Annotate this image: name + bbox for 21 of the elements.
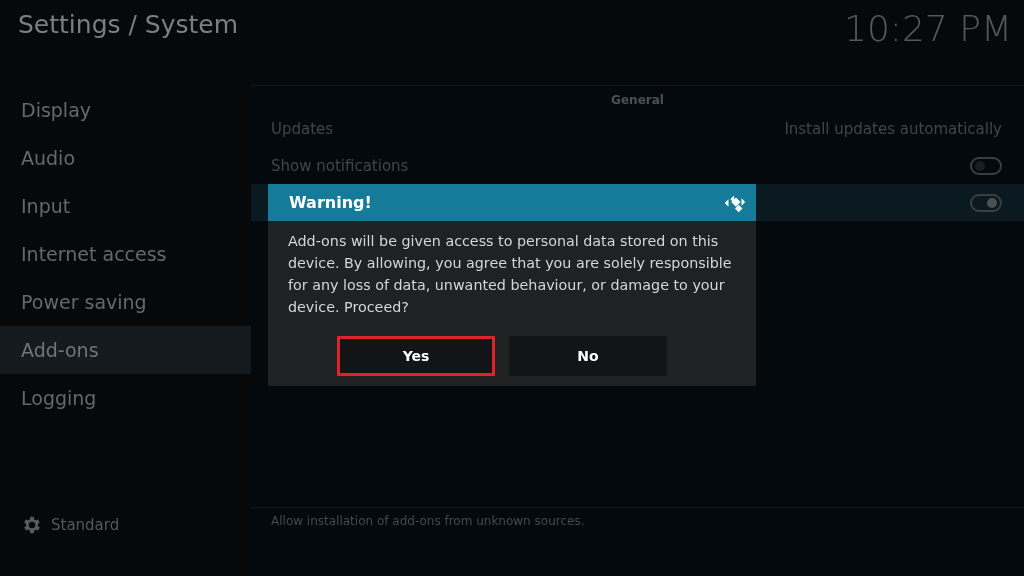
sidebar-item[interactable]: Power saving [0, 278, 251, 326]
dialog-button[interactable]: Yes [337, 336, 495, 376]
dialog-button[interactable]: No [509, 336, 667, 376]
sidebar-item[interactable]: Input [0, 182, 251, 230]
sidebar-item[interactable]: Display [0, 86, 251, 134]
dialog-message: Add-ons will be given access to personal data stored on this device. By allowing, you agree that you are solely responsible for any loss of data, unwanted behaviour, or damage to your device. Proceed? [287, 232, 733, 317]
sidebar-item[interactable]: Audio [0, 134, 251, 182]
setting-description: Allow installation of add-ons from unknown sources. [251, 507, 1024, 528]
section-title: General [610, 92, 665, 109]
page-title: Settings / System [18, 10, 239, 39]
sidebar-item[interactable]: Logging [0, 374, 251, 422]
dialog-title: Warning! [289, 193, 372, 212]
setting-row[interactable]: Show notifications [251, 147, 1024, 184]
settings-level[interactable]: Standard [51, 516, 120, 534]
sidebar-item[interactable]: Add-ons [0, 326, 251, 374]
gear-icon[interactable] [21, 514, 43, 536]
toggle-switch[interactable] [970, 156, 1002, 175]
clock: 10:27 PM [844, 8, 1012, 49]
sidebar-item[interactable]: Internet access [0, 230, 251, 278]
setting-row[interactable]: Updates Install updates automatically [251, 110, 1024, 147]
toggle-switch[interactable] [970, 193, 1002, 212]
